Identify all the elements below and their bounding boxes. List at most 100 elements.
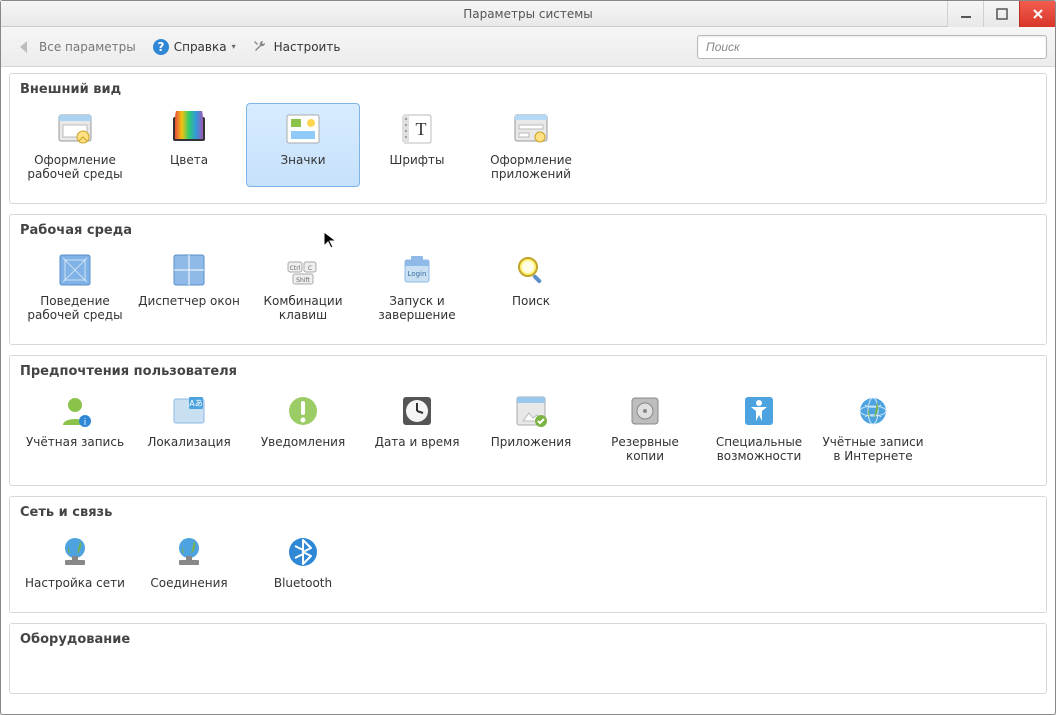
group-title: Сеть и связь (20, 505, 1038, 520)
svg-text:?: ? (157, 40, 164, 54)
wrench-icon (252, 38, 270, 56)
item-label: Специальные возможности (716, 435, 802, 463)
item-network-settings[interactable]: Настройка сети (18, 526, 132, 596)
item-window-manager[interactable]: Диспетчер окон (132, 244, 246, 328)
item-label: Приложения (491, 435, 572, 449)
user-icon: i (55, 391, 95, 431)
workspace-behavior-icon (55, 250, 95, 290)
item-label: Резервные копии (611, 435, 679, 463)
window-title: Параметры системы (1, 7, 1055, 21)
group-title: Внешний вид (20, 82, 1038, 97)
fonts-icon: T (397, 109, 437, 149)
item-fonts[interactable]: T Шрифты (360, 103, 474, 187)
item-label: Цвета (170, 153, 208, 167)
svg-text:i: i (84, 418, 87, 428)
item-label: Учётная запись (26, 435, 124, 449)
configure-button[interactable]: Настроить (246, 34, 347, 60)
group-title: Оборудование (20, 632, 1038, 647)
item-icons[interactable]: Значки (246, 103, 360, 187)
svg-text:T: T (416, 119, 427, 139)
item-connections[interactable]: Соединения (132, 526, 246, 596)
chevron-down-icon: ▾ (232, 42, 236, 51)
item-search-settings[interactable]: Поиск (474, 244, 588, 328)
item-label: Оформление рабочей среды (27, 153, 122, 181)
item-label: Bluetooth (274, 576, 332, 590)
item-bluetooth[interactable]: Bluetooth (246, 526, 360, 596)
workspace-theme-icon (55, 109, 95, 149)
maximize-button[interactable] (983, 1, 1019, 27)
item-label: Диспетчер окон (138, 294, 240, 308)
group-network: Сеть и связь Настройка сети Соединения (9, 496, 1047, 613)
item-label: Значки (280, 153, 325, 167)
search-input[interactable] (697, 35, 1047, 59)
group-title: Предпочтения пользователя (20, 364, 1038, 379)
accessibility-icon (739, 391, 779, 431)
item-label: Соединения (150, 576, 227, 590)
svg-text:Ctrl: Ctrl (290, 265, 301, 272)
wm-icon (169, 250, 209, 290)
item-applications[interactable]: Приложения (474, 385, 588, 469)
connections-globe-icon (169, 532, 209, 572)
item-colors[interactable]: Цвета (132, 103, 246, 187)
item-backup[interactable]: Резервные копии (588, 385, 702, 469)
group-appearance: Внешний вид Оформление рабочей среды Цве… (9, 73, 1047, 204)
configure-label: Настроить (274, 40, 341, 54)
minimize-icon (960, 8, 972, 20)
close-button[interactable] (1019, 1, 1055, 27)
item-account[interactable]: i Учётная запись (18, 385, 132, 469)
help-label: Справка (174, 40, 227, 54)
item-app-style[interactable]: Оформление приложений (474, 103, 588, 187)
network-globe-icon (55, 532, 95, 572)
item-locale[interactable]: Aあ Локализация (132, 385, 246, 469)
clock-icon (397, 391, 437, 431)
help-icon: ? (152, 38, 170, 56)
item-notifications[interactable]: Уведомления (246, 385, 360, 469)
help-button[interactable]: ? Справка ▾ (146, 34, 242, 60)
item-workspace-theme[interactable]: Оформление рабочей среды (18, 103, 132, 187)
item-label: Поведение рабочей среды (27, 294, 122, 322)
back-label: Все параметры (39, 40, 136, 54)
svg-text:Login: Login (408, 270, 427, 278)
toolbar: Все параметры ? Справка ▾ Настроить (1, 27, 1055, 67)
icons-icon (283, 109, 323, 149)
item-label: Уведомления (261, 435, 345, 449)
item-label: Запуск и завершение (378, 294, 455, 322)
item-online-accounts[interactable]: Учётные записи в Интернете (816, 385, 930, 469)
search-field-wrap (697, 35, 1047, 59)
item-label: Оформление приложений (490, 153, 572, 181)
group-title: Рабочая среда (20, 223, 1038, 238)
item-startup[interactable]: Login Запуск и завершение (360, 244, 474, 328)
window: Параметры системы Все параметры ? Справк… (0, 0, 1056, 715)
locale-icon: Aあ (169, 391, 209, 431)
item-label: Локализация (147, 435, 230, 449)
keyboard-icon: Ctrl C Shift (283, 250, 323, 290)
item-label: Дата и время (375, 435, 460, 449)
window-controls (947, 1, 1055, 27)
notification-icon (283, 391, 323, 431)
svg-text:Aあ: Aあ (189, 399, 202, 408)
colors-icon (169, 109, 209, 149)
item-shortcuts[interactable]: Ctrl C Shift Комбинации клавиш (246, 244, 360, 328)
group-hardware: Оборудование (9, 623, 1047, 694)
maximize-icon (996, 8, 1008, 20)
content-area[interactable]: Внешний вид Оформление рабочей среды Цве… (1, 67, 1055, 714)
bluetooth-icon (283, 532, 323, 572)
minimize-button[interactable] (947, 1, 983, 27)
item-workspace-behavior[interactable]: Поведение рабочей среды (18, 244, 132, 328)
item-label: Поиск (512, 294, 550, 308)
magnifier-icon (511, 250, 551, 290)
apps-icon (511, 391, 551, 431)
titlebar: Параметры системы (1, 1, 1055, 27)
group-user-prefs: Предпочтения пользователя i Учётная запи… (9, 355, 1047, 486)
svg-text:Shift: Shift (296, 277, 310, 284)
back-arrow-icon (15, 37, 35, 57)
svg-text:C: C (308, 265, 312, 272)
backup-icon (625, 391, 665, 431)
item-label: Шрифты (390, 153, 445, 167)
close-icon (1032, 8, 1044, 20)
back-button[interactable]: Все параметры (9, 33, 142, 61)
item-datetime[interactable]: Дата и время (360, 385, 474, 469)
startup-icon: Login (397, 250, 437, 290)
item-accessibility[interactable]: Специальные возможности (702, 385, 816, 469)
item-label: Комбинации клавиш (263, 294, 342, 322)
